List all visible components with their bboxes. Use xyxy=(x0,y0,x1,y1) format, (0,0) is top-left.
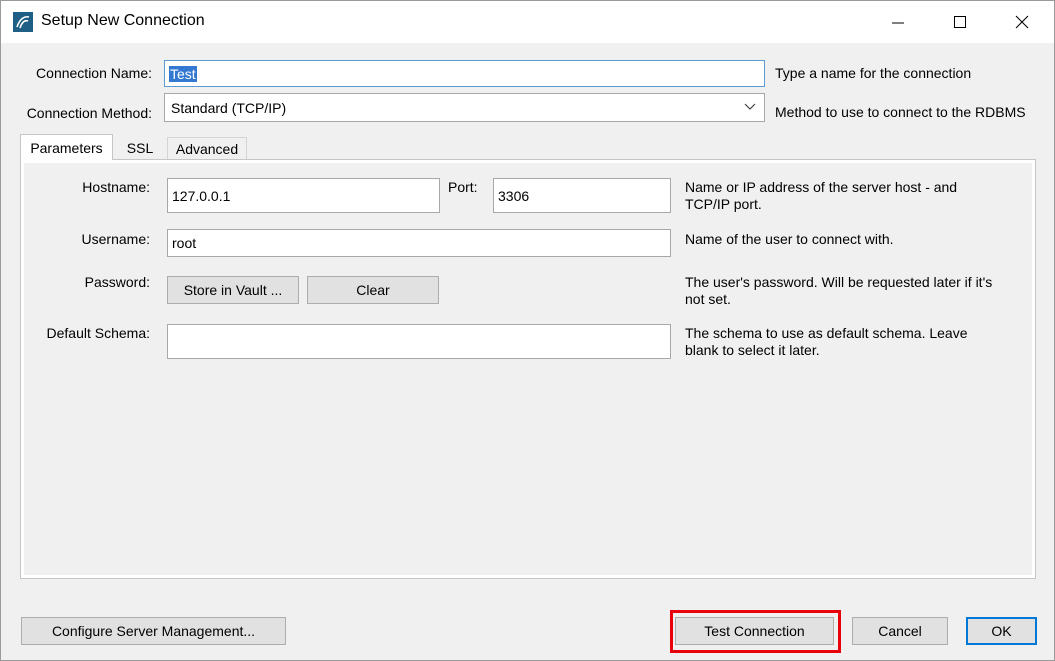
tab-ssl[interactable]: SSL xyxy=(113,137,167,159)
maximize-button[interactable] xyxy=(929,1,991,43)
hostname-input[interactable]: 127.0.0.1 xyxy=(167,178,440,213)
port-value: 3306 xyxy=(498,187,530,204)
store-in-vault-label: Store in Vault ... xyxy=(183,282,283,298)
clear-password-label: Clear xyxy=(356,282,390,298)
username-hint: Name of the user to connect with. xyxy=(685,231,894,247)
close-icon xyxy=(1015,15,1029,29)
schema-hint-line1: The schema to use as default schema. Lea… xyxy=(685,325,968,341)
hostname-label: Hostname: xyxy=(82,179,150,195)
default-schema-input[interactable] xyxy=(167,324,671,359)
connection-method-hint: Method to use to connect to the RDBMS xyxy=(775,104,1026,120)
store-in-vault-button[interactable]: Store in Vault ... xyxy=(167,276,299,304)
hostname-hint-line1: Name or IP address of the server host - … xyxy=(685,179,958,195)
ok-label: OK xyxy=(991,623,1012,639)
maximize-icon xyxy=(954,16,966,28)
default-schema-label: Default Schema: xyxy=(46,325,151,341)
configure-server-management-label: Configure Server Management... xyxy=(51,623,256,639)
hostname-hint-line2: TCP/IP port. xyxy=(685,196,762,212)
port-label: Port: xyxy=(448,179,478,195)
tab-advanced[interactable]: Advanced xyxy=(167,137,247,159)
username-value: root xyxy=(172,235,197,251)
mysql-workbench-icon xyxy=(13,12,33,32)
minimize-button[interactable] xyxy=(867,1,929,43)
cancel-label: Cancel xyxy=(878,623,922,639)
tab-advanced-label: Advanced xyxy=(175,140,239,157)
parameters-panel-body xyxy=(24,163,1032,575)
port-input[interactable]: 3306 xyxy=(493,178,671,213)
connection-name-hint: Type a name for the connection xyxy=(775,65,972,81)
tab-parameters-label: Parameters xyxy=(30,139,103,156)
ok-button[interactable]: OK xyxy=(966,617,1037,645)
password-label: Password: xyxy=(84,274,150,290)
connection-method-value: Standard (TCP/IP) xyxy=(171,99,287,116)
chevron-down-icon xyxy=(744,103,756,110)
schema-hint-line2: blank to select it later. xyxy=(685,342,820,358)
username-input[interactable]: root xyxy=(167,229,671,257)
connection-method-label: Connection Method: xyxy=(26,105,152,121)
minimize-icon xyxy=(892,22,904,24)
setup-connection-dialog: Setup New Connection Connection Name: Te… xyxy=(0,0,1055,661)
password-hint-line1: The user's password. Will be requested l… xyxy=(685,274,993,290)
clear-password-button[interactable]: Clear xyxy=(307,276,439,304)
tab-ssl-label: SSL xyxy=(126,140,154,156)
configure-server-management-button[interactable]: Configure Server Management... xyxy=(21,617,286,645)
username-label: Username: xyxy=(81,231,150,247)
connection-name-value: Test xyxy=(169,65,197,82)
test-connection-highlight-box xyxy=(670,610,841,653)
hostname-value: 127.0.0.1 xyxy=(172,187,231,204)
parameters-panel xyxy=(20,159,1036,579)
cancel-button[interactable]: Cancel xyxy=(852,617,948,645)
connection-method-select[interactable]: Standard (TCP/IP) xyxy=(164,93,765,122)
connection-name-label: Connection Name: xyxy=(36,65,152,81)
tab-parameters[interactable]: Parameters xyxy=(20,134,113,160)
close-button[interactable] xyxy=(991,1,1053,43)
window-title: Setup New Connection xyxy=(41,12,205,29)
connection-name-input[interactable]: Test xyxy=(164,60,765,87)
title-bar[interactable]: Setup New Connection xyxy=(1,1,1054,43)
password-hint-line2: not set. xyxy=(685,291,731,307)
